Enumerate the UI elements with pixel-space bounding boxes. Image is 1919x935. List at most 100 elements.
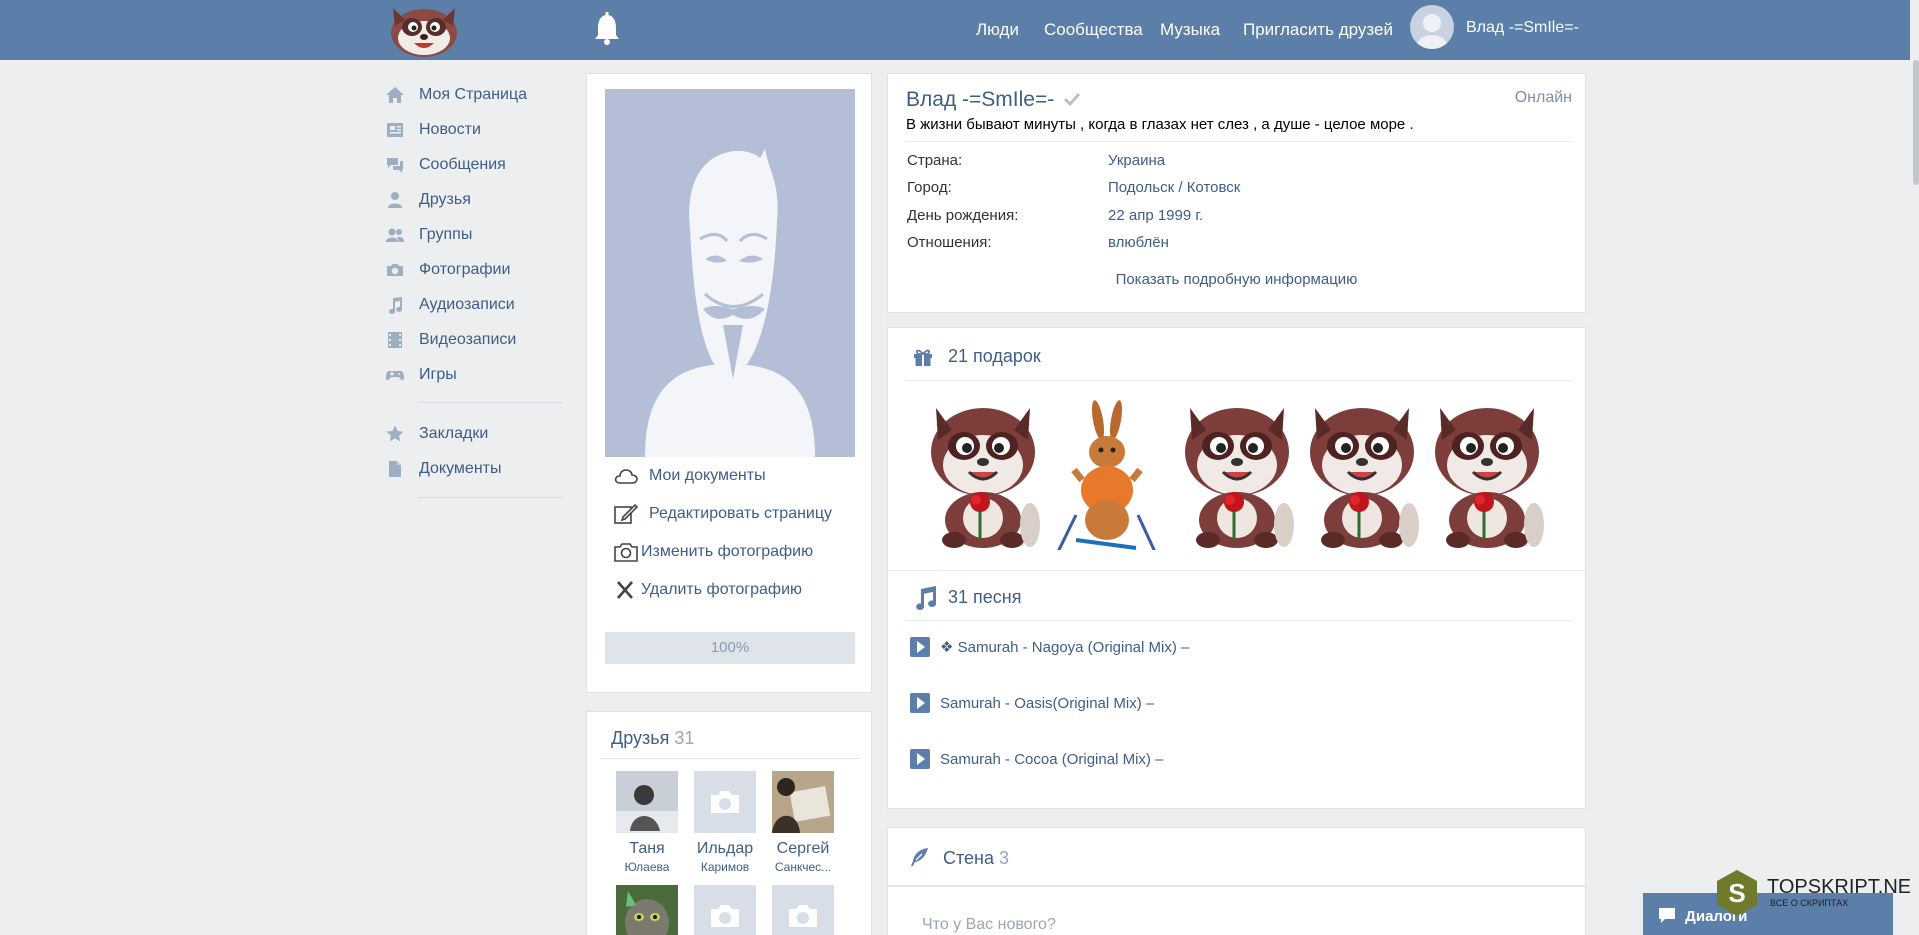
friend-item[interactable]: Сергей Санкчес... xyxy=(763,771,843,874)
top-header: Люди Сообщества Музыка Пригласить друзей… xyxy=(0,0,1919,60)
gifts-title[interactable]: 21 подарок xyxy=(948,346,1041,367)
info-label-country: Страна: xyxy=(907,152,963,169)
info-value-relationship[interactable]: влюблён xyxy=(1108,234,1169,251)
nav-people[interactable]: Люди xyxy=(976,20,1019,40)
sidebar-item-bookmarks[interactable]: Закладки xyxy=(385,420,488,448)
gifts-songs-card: 21 подарок 31 песня ❖ Samurah - Nagoya (… xyxy=(887,327,1586,809)
delete-photo-label: Удалить фотографию xyxy=(641,581,803,598)
avatar[interactable] xyxy=(1410,5,1454,49)
watermark-title: TOPSKRIPT.NET xyxy=(1767,876,1919,898)
play-button-icon[interactable] xyxy=(910,637,930,657)
nav-music[interactable]: Музыка xyxy=(1160,20,1220,40)
friend-item[interactable]: Таня Юлаева xyxy=(607,771,687,874)
info-value-birthday[interactable]: 22 апр 1999 г. xyxy=(1108,207,1203,224)
sidebar-item-label: Друзья xyxy=(419,191,471,208)
sidebar-item-label: Группы xyxy=(419,226,473,243)
scrollbar-thumb[interactable] xyxy=(1913,60,1919,185)
gift-raccoon[interactable] xyxy=(922,390,1044,550)
wall-title-label: Стена xyxy=(943,848,995,868)
friend-item[interactable] xyxy=(763,885,843,935)
song-title: ❖ Samurah - Nagoya (Original Mix) – xyxy=(940,639,1190,656)
friend-photo xyxy=(616,885,678,935)
friend-photo-placeholder xyxy=(694,885,756,935)
friend-last-name: Каримов xyxy=(700,860,750,874)
sidebar-item-label: Документы xyxy=(419,460,502,477)
sidebar-item-audio[interactable]: Аудиозаписи xyxy=(385,291,515,319)
my-documents-button[interactable]: Мои документы xyxy=(613,464,766,488)
film-icon xyxy=(388,332,402,348)
divider xyxy=(888,570,1585,571)
gift-raccoon[interactable] xyxy=(1176,390,1298,550)
sidebar-item-label: Новости xyxy=(419,121,481,138)
info-value-country[interactable]: Украина xyxy=(1108,152,1165,169)
play-button-icon[interactable] xyxy=(910,749,930,769)
gift-raccoon[interactable] xyxy=(1301,390,1423,550)
delete-photo-button[interactable]: Удалить фотографию xyxy=(613,578,802,602)
cloud-icon xyxy=(614,469,638,484)
friend-first-name: Ильдар xyxy=(696,840,754,857)
friend-item[interactable] xyxy=(685,885,765,935)
edit-page-label: Редактировать страницу xyxy=(649,505,833,522)
profile-name-text: Влад -=SmIle=- xyxy=(906,88,1055,111)
bell-icon[interactable] xyxy=(592,12,622,46)
watermark-subtitle: ВСЕ О СКРИПТАХ xyxy=(1770,898,1849,908)
profile-photo-card: Мои документы Редактировать страницу Изм… xyxy=(586,73,872,693)
news-icon xyxy=(387,123,403,137)
gift-icon xyxy=(914,349,932,366)
song-item[interactable]: Samurah - Oasis(Original Mix) – xyxy=(910,693,1154,713)
upload-progress-bar: 100% xyxy=(605,632,855,664)
star-icon xyxy=(386,425,404,442)
sidebar-item-groups[interactable]: Группы xyxy=(385,221,472,249)
change-photo-button[interactable]: Изменить фотографию xyxy=(613,540,813,564)
friends-title[interactable]: Друзья 31 xyxy=(611,728,694,749)
watermark-letter: S xyxy=(1728,878,1746,908)
wall-title[interactable]: Стена 3 xyxy=(943,848,1009,869)
play-button-icon[interactable] xyxy=(910,693,930,713)
sidebar-item-documents[interactable]: Документы xyxy=(385,455,501,483)
song-item[interactable]: Samurah - Cocoa (Original Mix) – xyxy=(910,749,1163,769)
profile-info-card: Влад -=SmIle=- Онлайн В жизни бывают мин… xyxy=(887,73,1586,313)
divider xyxy=(906,620,1572,621)
my-documents-label: Мои документы xyxy=(649,467,766,484)
sidebar-item-label: Моя Страница xyxy=(419,86,528,103)
divider xyxy=(906,380,1572,381)
info-value-city[interactable]: Подольск / Котовск xyxy=(1108,179,1240,196)
profile-status-text[interactable]: В жизни бывают минуты , когда в глазах н… xyxy=(906,116,1414,133)
wall-post-input[interactable]: Что у Вас нового? xyxy=(922,916,1056,934)
sidebar-item-messages[interactable]: Сообщения xyxy=(385,151,506,179)
sidebar-item-my-page[interactable]: Моя Страница xyxy=(385,81,527,109)
raccoon-logo[interactable] xyxy=(387,0,461,58)
friend-icon xyxy=(388,192,402,208)
friend-item[interactable]: Ильдар Каримов xyxy=(685,771,765,874)
gift-raccoon[interactable] xyxy=(1426,390,1548,550)
quill-icon xyxy=(911,848,928,866)
friend-first-name: Таня xyxy=(629,840,665,857)
songs-title[interactable]: 31 песня xyxy=(948,587,1021,608)
sidebar-item-games[interactable]: Игры xyxy=(385,361,457,389)
friend-item[interactable] xyxy=(607,885,687,935)
edit-page-button[interactable]: Редактировать страницу xyxy=(613,502,832,526)
profile-photo[interactable] xyxy=(605,89,855,457)
sidebar-item-photos[interactable]: Фотографии xyxy=(385,256,510,284)
music-note-icon xyxy=(916,586,937,611)
song-item[interactable]: ❖ Samurah - Nagoya (Original Mix) – xyxy=(910,637,1189,657)
show-more-info-link[interactable]: Показать подробную информацию xyxy=(888,271,1585,288)
chat-bubble-icon xyxy=(1659,908,1675,923)
friend-photo-placeholder xyxy=(772,885,834,935)
progress-label: 100% xyxy=(710,639,750,656)
camera-icon xyxy=(387,264,403,276)
sidebar-item-label: Аудиозаписи xyxy=(419,296,515,313)
friend-photo xyxy=(772,771,834,833)
header-user-name[interactable]: Влад -=SmIle=- xyxy=(1466,19,1579,37)
nav-invite-friends[interactable]: Пригласить друзей xyxy=(1243,20,1393,40)
gift-bunny-skier[interactable] xyxy=(1046,390,1168,550)
groups-icon xyxy=(386,228,404,242)
sidebar-item-video[interactable]: Видеозаписи xyxy=(385,326,516,354)
sidebar-item-news[interactable]: Новости xyxy=(385,116,481,144)
song-title: Samurah - Oasis(Original Mix) – xyxy=(940,694,1155,712)
sidebar-item-label: Фотографии xyxy=(419,261,511,278)
nav-communities[interactable]: Сообщества xyxy=(1044,20,1143,40)
friend-last-name: Юлаева xyxy=(624,860,670,874)
sidebar-item-label: Сообщения xyxy=(419,156,506,173)
sidebar-item-friends[interactable]: Друзья xyxy=(385,186,471,214)
